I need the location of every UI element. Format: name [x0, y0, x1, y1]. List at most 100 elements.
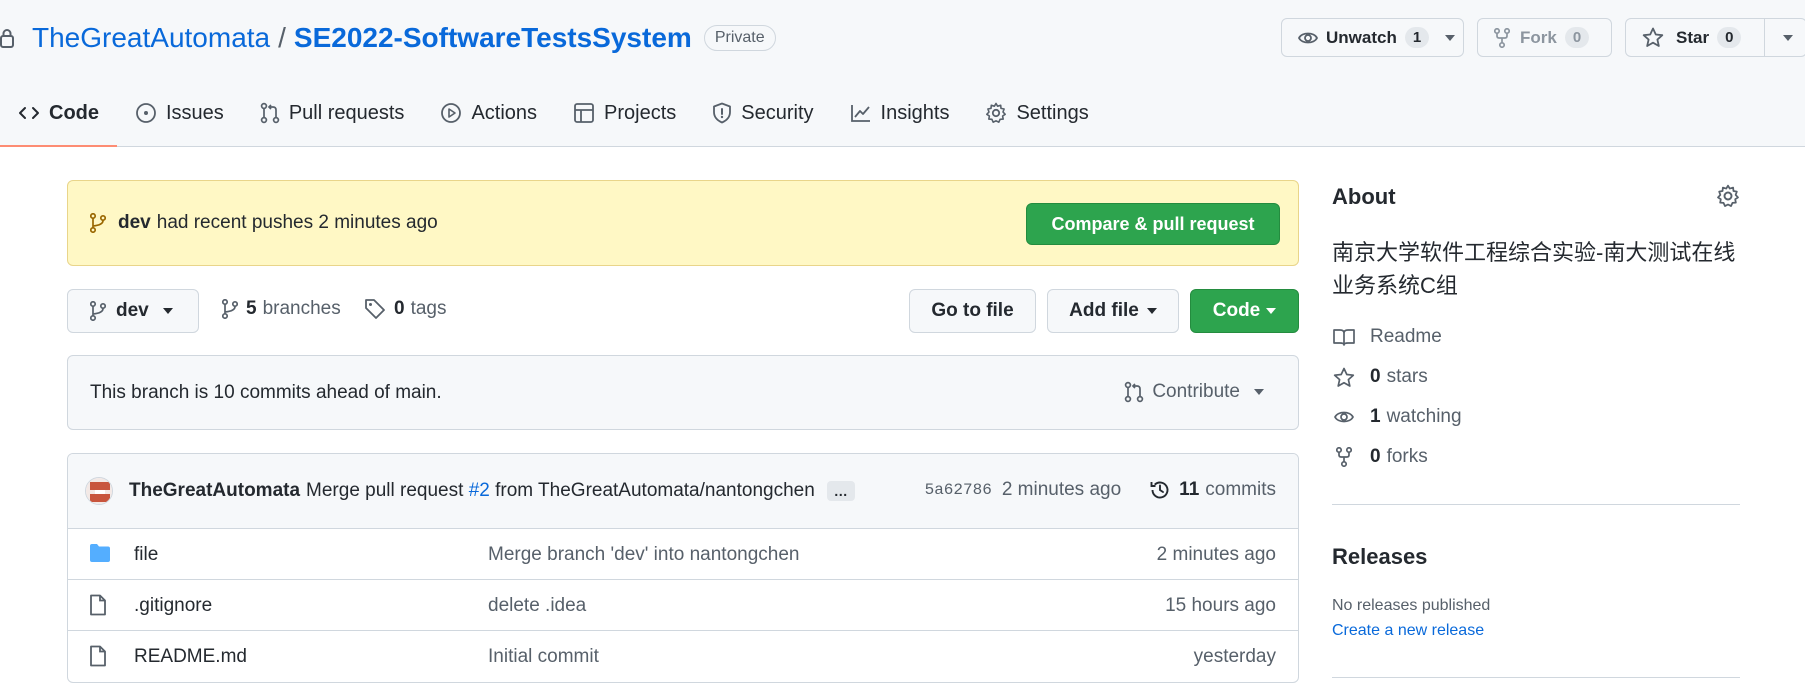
tab-actions-label: Actions	[471, 101, 538, 124]
folder-icon	[89, 543, 111, 563]
issue-icon	[135, 102, 157, 124]
commit-sha[interactable]: 5a62786	[925, 481, 992, 499]
releases-heading[interactable]: Releases	[1332, 544, 1427, 570]
pushed-branch-name: dev	[118, 212, 151, 233]
table-icon	[573, 102, 595, 124]
avatar[interactable]	[85, 477, 113, 505]
gear-icon[interactable]	[1716, 184, 1740, 208]
tab-settings[interactable]: Settings	[967, 90, 1106, 136]
forks-link[interactable]: 0 forks	[1332, 446, 1428, 468]
tab-code[interactable]: Code	[0, 90, 117, 147]
repo-header: TheGreatAutomata / SE2022-SoftwareTestsS…	[0, 0, 1805, 147]
fork-button[interactable]: Fork 0	[1477, 18, 1612, 57]
play-icon	[440, 102, 462, 124]
branch-selector[interactable]: dev	[67, 289, 199, 333]
sidebar-divider	[1332, 677, 1740, 678]
star-icon	[1332, 367, 1356, 388]
chevron-down-icon	[162, 308, 173, 314]
file-row[interactable]: file Merge branch 'dev' into nantongchen…	[68, 529, 1298, 580]
forks-count: 0	[1564, 27, 1590, 48]
compare-pull-request-button[interactable]: Compare & pull request	[1026, 203, 1280, 245]
unwatch-label: Unwatch	[1326, 27, 1397, 47]
contribute-dropdown[interactable]: Contribute	[1124, 381, 1264, 403]
tab-issues-label: Issues	[166, 101, 224, 124]
commits-label: commits	[1205, 479, 1276, 500]
chevron-down-icon	[1445, 34, 1456, 41]
unwatch-button[interactable]: Unwatch 1	[1281, 18, 1464, 57]
contribute-label: Contribute	[1152, 381, 1240, 402]
code-button[interactable]: Code	[1190, 289, 1299, 333]
file-age: 2 minutes ago	[1156, 544, 1276, 565]
create-release-link[interactable]: Create a new release	[1332, 622, 1484, 640]
tab-security[interactable]: Security	[694, 90, 831, 136]
code-button-label: Code	[1212, 300, 1261, 321]
tags-link[interactable]: 0 tags	[364, 298, 447, 320]
commit-age: 2 minutes ago	[1001, 479, 1122, 500]
stars-link[interactable]: 0 stars	[1332, 366, 1428, 388]
branches-link[interactable]: 5 branches	[222, 298, 341, 320]
add-file-button[interactable]: Add file	[1047, 289, 1179, 333]
commits-count: 11	[1179, 479, 1200, 500]
chevron-down-icon	[1146, 308, 1157, 314]
tags-label: tags	[410, 298, 447, 319]
fork-label: Fork	[1520, 27, 1557, 47]
tags-count: 0	[394, 298, 405, 319]
branches-label: branches	[262, 298, 341, 319]
commit-message[interactable]: Merge pull request #2 from TheGreatAutom…	[306, 480, 815, 502]
pull-request-link[interactable]: #2	[469, 480, 490, 501]
file-name[interactable]: README.md	[134, 646, 247, 668]
path-separator: /	[278, 22, 286, 53]
repo-nav: Code Issues Pull requests Actions Projec…	[0, 90, 1107, 147]
repo-name-link[interactable]: SE2022-SoftwareTestsSystem	[294, 22, 692, 54]
shield-icon	[712, 102, 732, 124]
about-watching-label: watching	[1386, 406, 1462, 427]
branches-count: 5	[246, 298, 257, 319]
star-dropdown-divider	[1764, 19, 1765, 56]
pull-request-icon	[1124, 381, 1144, 403]
chevron-down-icon[interactable]	[1783, 35, 1793, 41]
commit-author[interactable]: TheGreatAutomata	[129, 480, 300, 502]
tab-issues[interactable]: Issues	[117, 90, 242, 136]
commits-link[interactable]: 11 commits	[1149, 479, 1276, 501]
readme-label: Readme	[1370, 326, 1442, 347]
tab-pull-requests[interactable]: Pull requests	[242, 90, 423, 136]
tab-actions[interactable]: Actions	[422, 90, 555, 136]
star-button[interactable]: Star 0	[1625, 18, 1805, 57]
file-name[interactable]: .gitignore	[134, 595, 212, 617]
about-forks-label: forks	[1386, 446, 1428, 467]
star-label: Star	[1676, 27, 1710, 47]
branch-icon	[90, 213, 106, 233]
expand-commit-button[interactable]: …	[826, 481, 855, 501]
branch-icon	[222, 299, 238, 319]
repo-description: 南京大学软件工程综合实验-南大测试在线业务系统C组	[1332, 240, 1736, 298]
eye-icon	[1298, 30, 1318, 46]
eye-icon	[1332, 409, 1356, 425]
about-forks-count: 0	[1370, 446, 1381, 467]
tab-settings-label: Settings	[1016, 101, 1089, 124]
file-row[interactable]: README.md Initial commit yesterday	[68, 631, 1298, 682]
watching-link[interactable]: 1 watching	[1332, 406, 1462, 428]
lock-icon	[0, 28, 14, 48]
commit-message-prefix: Merge pull request	[306, 480, 464, 501]
star-icon	[1642, 27, 1664, 48]
readme-link[interactable]: Readme	[1332, 326, 1442, 348]
branch-ahead-notice: This branch is 10 commits ahead of main.…	[67, 355, 1299, 430]
go-to-file-button[interactable]: Go to file	[909, 289, 1036, 333]
pull-request-icon	[260, 102, 280, 124]
tag-icon	[364, 298, 386, 320]
tab-insights-label: Insights	[880, 101, 950, 124]
tab-projects[interactable]: Projects	[555, 90, 694, 136]
file-name[interactable]: file	[134, 544, 158, 566]
sidebar-divider	[1332, 504, 1740, 505]
file-commit-message[interactable]: Initial commit	[488, 646, 599, 668]
file-commit-message[interactable]: delete .idea	[488, 595, 586, 617]
latest-commit-row: TheGreatAutomata Merge pull request #2 f…	[68, 454, 1298, 529]
no-releases-text: No releases published	[1332, 597, 1491, 614]
fork-icon	[1332, 447, 1356, 467]
file-row[interactable]: .gitignore delete .idea 15 hours ago	[68, 580, 1298, 631]
repo-owner-link[interactable]: TheGreatAutomata	[32, 22, 270, 54]
about-watching-count: 1	[1370, 406, 1381, 427]
fork-icon	[1494, 27, 1510, 48]
tab-insights[interactable]: Insights	[832, 90, 968, 136]
file-commit-message[interactable]: Merge branch 'dev' into nantongchen	[488, 544, 799, 566]
